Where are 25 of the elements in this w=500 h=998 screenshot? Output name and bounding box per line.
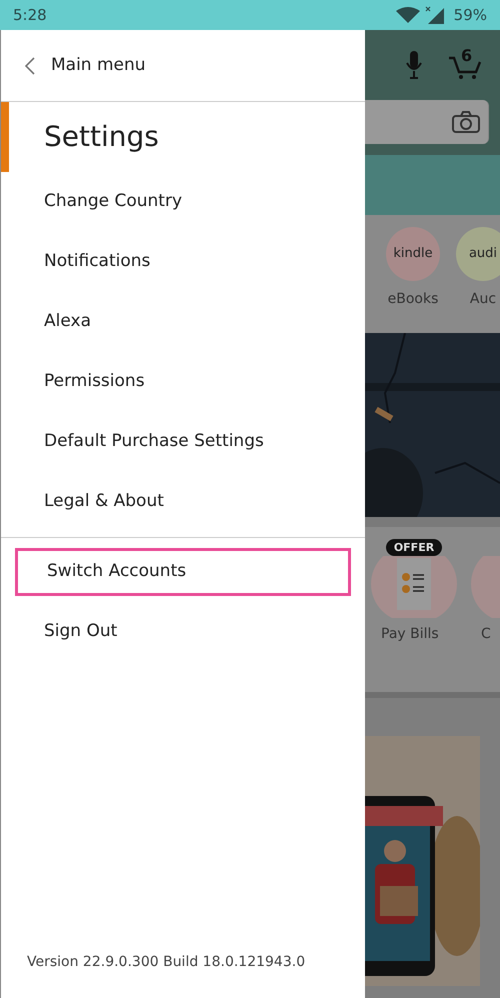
menu-item[interactable]: Sign Out — [15, 608, 351, 656]
menu-item[interactable]: Legal & About — [15, 478, 351, 526]
menu-item[interactable]: Change Country — [15, 178, 351, 226]
tile-label: C — [481, 625, 491, 644]
tile-label: Pay Bills — [381, 625, 439, 644]
offer-badge: OFFER — [386, 539, 442, 556]
drawer-title: Settings — [44, 119, 159, 155]
menu-item[interactable]: Default Purchase Settings — [15, 418, 351, 466]
menu-item[interactable]: Permissions — [15, 358, 351, 406]
signal-icon — [424, 6, 444, 24]
chevron-left-icon — [25, 56, 35, 74]
cart-count: 6 — [461, 45, 472, 67]
camera-icon — [452, 111, 480, 133]
menu-item[interactable]: Notifications — [15, 238, 351, 286]
active-indicator — [1, 102, 9, 172]
menu-item[interactable]: Switch Accounts — [15, 548, 351, 596]
menu-item[interactable]: Alexa — [15, 298, 351, 346]
battery-level: 59% — [454, 4, 487, 26]
status-time: 5:28 — [13, 4, 47, 26]
version-text: Version 22.9.0.300 Build 18.0.121943.0 — [26, 953, 306, 972]
category-label: Auc — [470, 290, 496, 309]
bill-icon — [397, 558, 431, 610]
wifi-icon — [396, 7, 420, 23]
category-label: eBooks — [388, 290, 438, 309]
microphone-icon — [406, 51, 422, 79]
